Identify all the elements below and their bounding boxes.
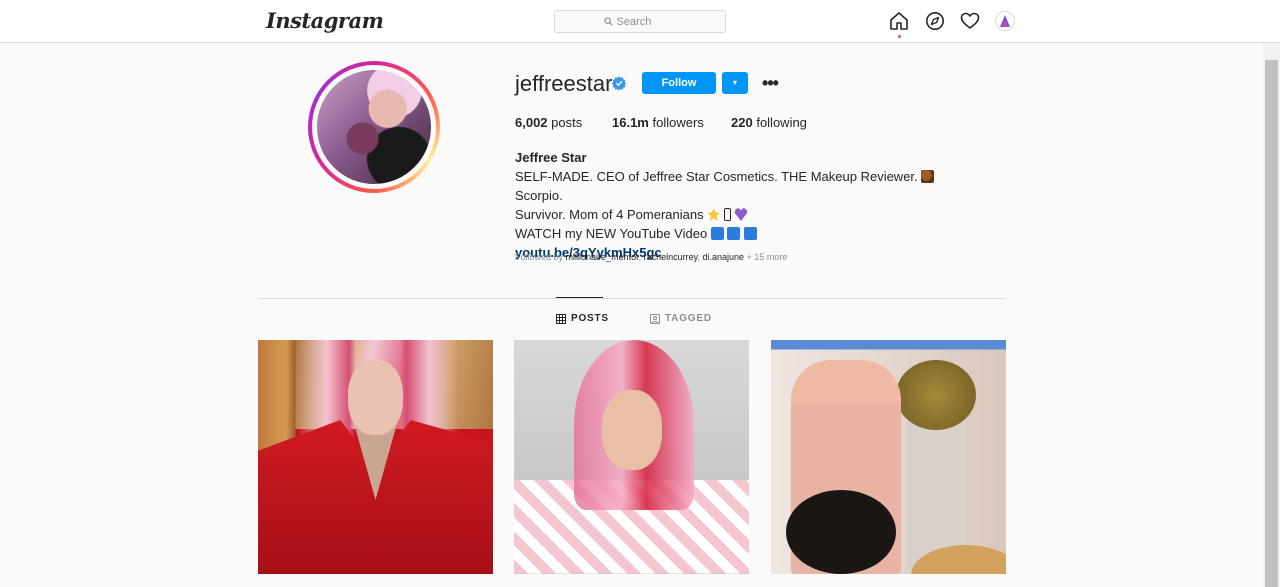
post-face — [348, 360, 403, 435]
post-statue — [896, 360, 976, 430]
verified-badge-icon — [612, 76, 626, 90]
tab-tagged[interactable]: TAGGED — [650, 313, 712, 324]
following-stat[interactable]: 220 following — [731, 115, 807, 130]
tabs-divider — [258, 298, 1006, 299]
followed-by-user[interactable]: di.anajune — [702, 252, 744, 262]
missing-glyph-icon — [723, 208, 731, 221]
post-thumbnail[interactable] — [258, 340, 493, 574]
down-arrow-emoji-icon — [710, 227, 724, 240]
post-thumbnail[interactable] — [771, 340, 1006, 574]
scorpion-emoji-icon — [921, 170, 935, 183]
followers-stat[interactable]: 16.1m followers — [612, 115, 704, 130]
tagged-icon — [650, 313, 660, 324]
bio-line-2: Survivor. Mom of 4 Pomeranians — [515, 205, 985, 224]
purple-heart-emoji-icon — [734, 208, 748, 221]
search-icon — [603, 17, 613, 26]
profile-username: jeffreestar — [515, 71, 613, 96]
followed-by-user[interactable]: millionaire_mentor — [566, 252, 639, 262]
profile-picture-ring[interactable] — [308, 61, 440, 193]
follow-button[interactable]: Follow — [642, 72, 716, 94]
more-options-button[interactable]: ••• — [758, 73, 782, 93]
bio-line-3: WATCH my NEW YouTube Video — [515, 224, 985, 243]
profile-bio: Jeffree Star SELF-MADE. CEO of Jeffree S… — [515, 148, 985, 262]
posts-stat: 6,002 posts — [515, 115, 583, 130]
profile-avatar[interactable] — [995, 11, 1015, 31]
top-nav: Instagram — [0, 0, 1280, 43]
post-thumbnail[interactable] — [514, 340, 749, 574]
tab-posts[interactable]: POSTS — [556, 313, 609, 324]
down-arrow-emoji-icon — [744, 227, 758, 240]
profile-full-name: Jeffree Star — [515, 150, 587, 165]
search-input[interactable] — [616, 15, 677, 28]
followed-by: Followed by millionaire_mentor, rachelnc… — [515, 252, 788, 262]
instagram-logo[interactable]: Instagram — [266, 8, 384, 33]
followed-by-more[interactable]: + 15 more — [747, 252, 788, 262]
star-emoji-icon — [707, 208, 721, 221]
scrollbar-thumb[interactable] — [1265, 60, 1278, 587]
suggested-dropdown-button[interactable]: ▾ — [722, 72, 748, 94]
heart-icon[interactable] — [960, 11, 980, 31]
home-icon[interactable] — [889, 11, 909, 31]
active-tab-indicator — [556, 297, 603, 298]
post-face — [602, 390, 662, 470]
grid-icon — [556, 313, 566, 324]
profile-picture-frame — [312, 65, 436, 189]
down-arrow-emoji-icon — [727, 227, 741, 240]
search-box[interactable] — [554, 10, 726, 33]
explore-icon[interactable] — [925, 11, 945, 31]
bio-line-1: SELF-MADE. CEO of Jeffree Star Cosmetics… — [515, 167, 985, 205]
post-dog — [786, 490, 896, 574]
followed-by-user[interactable]: rachelncurrey — [644, 252, 698, 262]
profile-picture — [317, 70, 431, 184]
notification-dot — [898, 35, 901, 38]
